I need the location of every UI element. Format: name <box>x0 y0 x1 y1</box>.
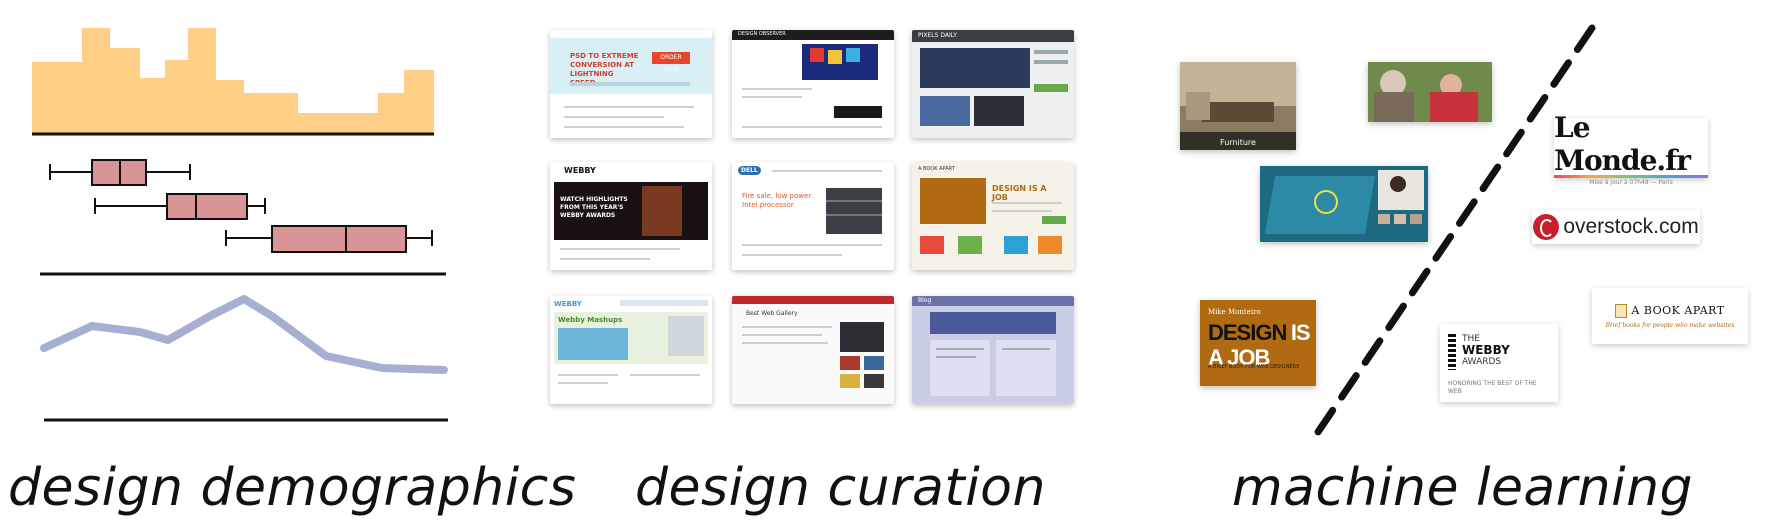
caption-curation: design curation <box>635 458 1046 518</box>
thumb-6-brand: A BOOK APART <box>918 166 955 172</box>
website-thumbnail-6[interactable]: A BOOK APART DESIGN IS A JOB <box>912 162 1074 270</box>
ml-panel: Furniture Mike Monteiro DESIGN IS A JOB … <box>1160 0 1786 531</box>
book-apart-name: A BOOK APART <box>1631 304 1725 317</box>
thumb-3-brand: PIXELS DAILY <box>918 32 957 39</box>
dij-subtitle: A BRIEF BOOK FOR WEB DESIGNERS <box>1208 364 1300 370</box>
caption-demographics: design demographics <box>8 458 577 518</box>
dij-title-a: DESIGN <box>1208 320 1287 345</box>
thumb-4-brand: WEBBY <box>564 166 596 175</box>
overstock-wordmark: overstock.com <box>1563 215 1699 238</box>
website-thumbnail-9[interactable]: Blog <box>912 296 1074 404</box>
thumb-8-brand: Best Web Gallery <box>746 310 798 317</box>
overstock-logo[interactable]: overstock.com <box>1532 210 1700 244</box>
website-thumbnail-5[interactable]: DELL Fire sale, low power Intel processo… <box>732 162 894 270</box>
dij-author: Mike Monteiro <box>1208 308 1261 316</box>
caption-ml: machine learning <box>1232 458 1694 518</box>
histogram-shape <box>32 28 434 134</box>
line-series <box>40 295 448 374</box>
lemonde-tagline: Mise à jour à 07h48 — Paris <box>1589 178 1673 186</box>
boxplot-3 <box>225 225 433 253</box>
website-thumbnail-4[interactable]: WEBBY WATCH HIGHLIGHTS FROM THIS YEAR'S … <box>550 162 712 270</box>
webby-awards-logo[interactable]: THE WEBBY AWARDS HONORING THE BEST OF TH… <box>1440 324 1558 402</box>
thumb-5-headline: Fire sale, low power Intel processor <box>742 192 812 209</box>
furniture-label: Furniture <box>1220 138 1256 147</box>
a-book-apart-logo[interactable]: A BOOK APART Brief books for people who … <box>1592 288 1748 344</box>
thumb-1-button: ORDER NOW <box>652 52 690 73</box>
le-monde-logo[interactable]: Le Monde.fr Mise à jour à 07h48 — Paris <box>1554 111 1708 186</box>
demographics-panel: design demographics <box>0 0 576 531</box>
website-thumbnail-1[interactable]: PSD TO EXTREME CONVERSION AT LIGHTNING S… <box>550 30 712 138</box>
thumb-6-title: DESIGN IS A JOB <box>992 184 1047 202</box>
demographics-illustration <box>32 28 448 422</box>
overstock-icon <box>1533 214 1560 240</box>
thumb-4-headline: WATCH HIGHLIGHTS FROM THIS YEAR'S WEBBY … <box>560 196 628 219</box>
website-thumbnail-7[interactable]: WEBBY Webby Mashups <box>550 296 712 404</box>
design-is-a-job-cover[interactable]: Mike Monteiro DESIGN IS A JOB A BRIEF BO… <box>1200 300 1316 386</box>
webby-name: WEBBY <box>1462 343 1510 357</box>
curation-panel: PSD TO EXTREME CONVERSION AT LIGHTNING S… <box>540 0 1100 531</box>
boxplot-1 <box>49 159 191 186</box>
webby-awards-word: AWARDS <box>1462 357 1502 367</box>
website-thumbnail-3[interactable]: PIXELS DAILY <box>912 30 1074 138</box>
webby-tag: HONORING THE BEST OF THE WEB <box>1448 380 1537 395</box>
website-thumbnail-8[interactable]: Best Web Gallery <box>732 296 894 404</box>
furniture-photo[interactable]: Furniture <box>1180 62 1296 150</box>
book-apart-icon <box>1615 303 1628 318</box>
thumb-9-brand: Blog <box>918 297 932 304</box>
lemonde-wordmark: Le Monde.fr <box>1554 110 1691 177</box>
website-thumbnail-2[interactable]: DESIGN OBSERVER <box>732 30 894 138</box>
people-photo[interactable] <box>1368 62 1492 122</box>
thumb-5-brand: DELL <box>738 166 761 175</box>
thumb-7-brand: WEBBY <box>554 300 582 308</box>
thumb-2-brand: DESIGN OBSERVER <box>738 31 786 37</box>
thumb-7-title: Webby Mashups <box>558 316 623 324</box>
screenshot-photo[interactable] <box>1260 166 1428 242</box>
boxplot-2 <box>94 193 266 220</box>
book-apart-tag: Brief books for people who make websites <box>1605 321 1735 329</box>
